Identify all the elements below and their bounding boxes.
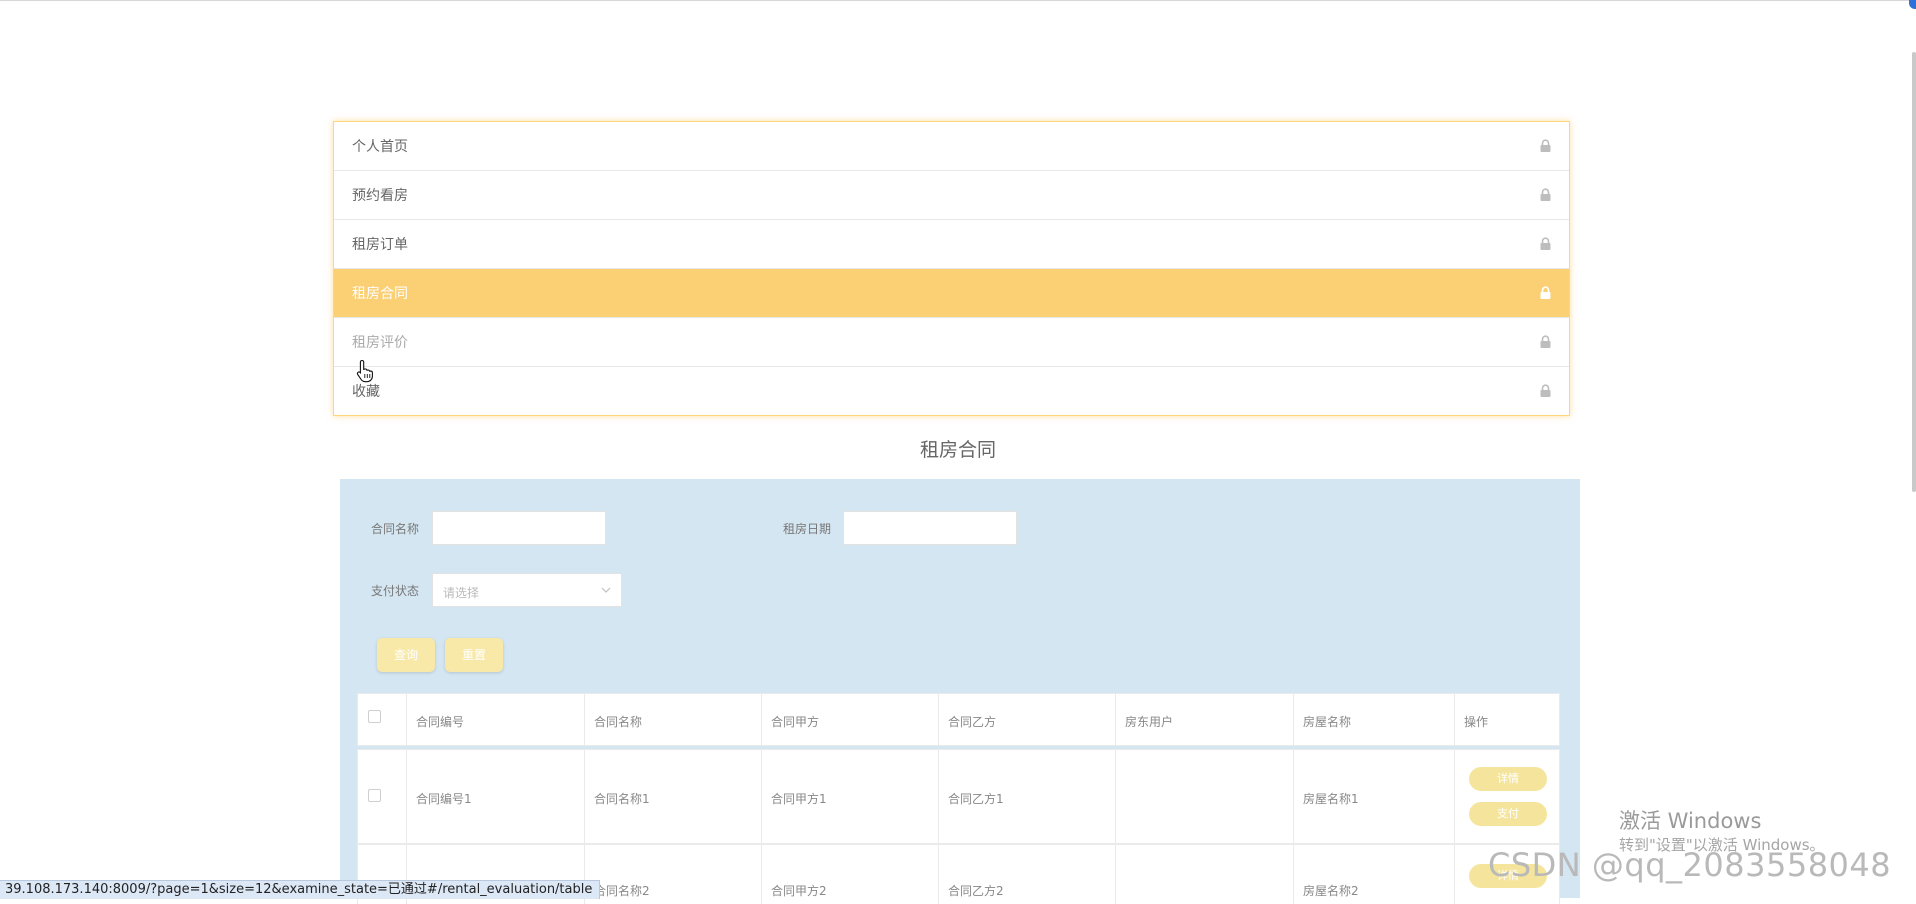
- table-cell: 合同甲方2: [762, 845, 939, 904]
- actions-cell: 详情 支付: [1455, 750, 1561, 843]
- contract-number: 合同编号1: [416, 792, 472, 806]
- table-cell: 房屋名称2: [1294, 845, 1455, 904]
- menu-item-favorites[interactable]: 收藏: [334, 367, 1569, 415]
- activate-windows-title: 激活 Windows: [1619, 809, 1762, 833]
- menu-item-label: 租房合同: [352, 286, 408, 302]
- lock-icon: [1540, 188, 1551, 201]
- menu-item-evaluation[interactable]: 租房评价: [334, 318, 1569, 367]
- menu-item-orders[interactable]: 租房订单: [334, 220, 1569, 269]
- party-b: 合同乙方2: [948, 884, 1004, 898]
- pay-status-placeholder: 请选择: [443, 586, 480, 600]
- party-a: 合同甲方2: [771, 884, 827, 898]
- table-cell: [1116, 750, 1294, 843]
- table-cell: 合同编号1: [407, 750, 585, 843]
- lock-icon: [1540, 335, 1551, 348]
- reset-button[interactable]: 重置: [445, 638, 503, 672]
- menu-item-label: 租房订单: [352, 237, 408, 253]
- page-title: 租房合同: [919, 439, 996, 461]
- column-header: 房屋名称: [1303, 715, 1352, 729]
- menu-item-label: 个人首页: [352, 139, 408, 155]
- chevron-down-icon: [601, 587, 611, 593]
- contract-name-label: 合同名称: [371, 522, 420, 536]
- table-cell: [1116, 845, 1294, 904]
- column-header: 合同甲方: [771, 715, 820, 729]
- header-cell: 房屋名称: [1294, 694, 1455, 745]
- lock-icon: [1540, 286, 1551, 299]
- header-cell: 操作: [1455, 694, 1561, 745]
- table-cell: 合同甲方1: [762, 750, 939, 843]
- column-header: 房东用户: [1125, 715, 1174, 729]
- select-all-checkbox[interactable]: [368, 710, 381, 723]
- menu-item-label: 预约看房: [352, 188, 408, 204]
- user-center-menu: 个人首页 预约看房 租房订单 租房合同 租房评价 收藏: [333, 121, 1570, 416]
- header-cell: 房东用户: [1116, 694, 1294, 745]
- hand-cursor-icon: [356, 359, 373, 383]
- lock-icon: [1540, 384, 1551, 397]
- lock-icon: [1540, 139, 1551, 152]
- detail-button[interactable]: 详情: [1469, 767, 1547, 791]
- table-header-row: 合同编号 合同名称 合同甲方 合同乙方 房东用户 房屋名称 操作: [357, 693, 1560, 746]
- menu-item-label: 租房评价: [352, 335, 408, 351]
- pay-status-label: 支付状态: [371, 584, 420, 598]
- header-cell: 合同编号: [407, 694, 585, 745]
- menu-item-contract[interactable]: 租房合同: [334, 269, 1569, 318]
- party-a: 合同甲方1: [771, 792, 827, 806]
- lock-icon: [1540, 237, 1551, 250]
- table-cell: 合同名称2: [585, 845, 762, 904]
- corner-indicator: [1909, 0, 1916, 9]
- table-cell: 合同乙方2: [939, 845, 1116, 904]
- column-header: 合同编号: [416, 715, 465, 729]
- house-name: 房屋名称1: [1303, 792, 1359, 806]
- window-top-border: [0, 0, 1916, 1]
- query-button[interactable]: 查询: [377, 638, 435, 672]
- pay-status-select[interactable]: 请选择: [432, 573, 622, 607]
- status-bar-url: 39.108.173.140:8009/?page=1&size=12&exam…: [0, 880, 601, 899]
- table-cell: 合同名称1: [585, 750, 762, 843]
- contract-name: 合同名称1: [594, 792, 650, 806]
- contract-name: 合同名称2: [594, 884, 650, 898]
- house-name: 房屋名称2: [1303, 884, 1359, 898]
- contract-panel: 合同名称 租房日期 支付状态 请选择 查询 重置 合同编号 合同名称 合同甲方 …: [340, 479, 1580, 904]
- rent-date-label: 租房日期: [783, 522, 832, 536]
- page-scrollbar[interactable]: [1912, 52, 1916, 492]
- column-header: 合同乙方: [948, 715, 997, 729]
- table-cell: 房屋名称1: [1294, 750, 1455, 843]
- party-b: 合同乙方1: [948, 792, 1004, 806]
- menu-item-home[interactable]: 个人首页: [334, 122, 1569, 171]
- table-cell: 合同乙方1: [939, 750, 1116, 843]
- select-all-cell: [358, 694, 407, 745]
- row-checkbox[interactable]: [368, 789, 381, 802]
- column-header: 操作: [1464, 715, 1489, 729]
- menu-item-appointment[interactable]: 预约看房: [334, 171, 1569, 220]
- contract-name-input[interactable]: [432, 511, 606, 545]
- rent-date-input[interactable]: [843, 511, 1017, 545]
- row-select-cell: [358, 750, 407, 843]
- column-header: 合同名称: [594, 715, 643, 729]
- header-cell: 合同甲方: [762, 694, 939, 745]
- header-cell: 合同名称: [585, 694, 762, 745]
- header-cell: 合同乙方: [939, 694, 1116, 745]
- menu-item-label: 收藏: [352, 384, 380, 400]
- csdn-watermark: CSDN @qq_2083558048: [1488, 846, 1892, 884]
- table-row: 合同编号1 合同名称1 合同甲方1 合同乙方1 房屋名称1 详情 支付: [357, 749, 1560, 844]
- pay-button[interactable]: 支付: [1469, 802, 1547, 826]
